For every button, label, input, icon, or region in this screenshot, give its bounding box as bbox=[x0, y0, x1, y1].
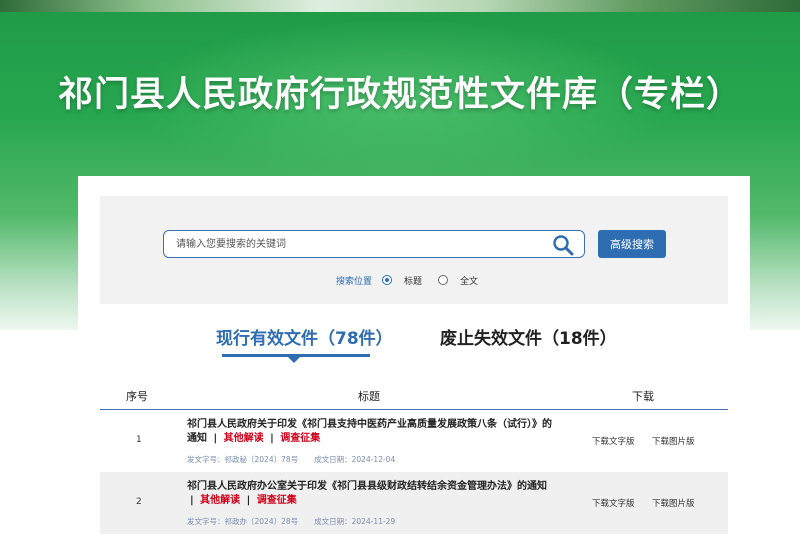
document-title: 祁门县人民政府关于印发《祁门县支持中医药产业高质量发展政策八条（试行）》的通知 … bbox=[187, 418, 557, 446]
column-header-number: 序号 bbox=[126, 390, 148, 403]
search-input[interactable] bbox=[176, 235, 536, 253]
scope-option-title-label: 标题 bbox=[404, 276, 423, 287]
table-row: 2 祁门县人民政府办公室关于印发《祁门县县级财政结转结余资金管理办法》的通知 |… bbox=[100, 472, 728, 534]
column-header-download: 下载 bbox=[632, 390, 654, 403]
download-image-version-link[interactable]: 下载图片版 bbox=[652, 497, 695, 509]
separator: | bbox=[270, 433, 274, 444]
column-header-title: 标题 bbox=[358, 390, 380, 403]
table-header: 序号 标题 下载 bbox=[100, 380, 728, 410]
document-title-link[interactable]: 祁门县人民政府办公室关于印发《祁门县县级财政结转结余资金管理办法》的通知 bbox=[187, 481, 547, 492]
content-card: 高级搜索 搜索位置 标题 全文 现行有效文件（78件） 废止失效文件（18件） … bbox=[78, 176, 750, 544]
separator: | bbox=[190, 495, 194, 506]
scope-radio-fulltext[interactable] bbox=[438, 275, 449, 285]
search-scope: 搜索位置 标题 全文 bbox=[336, 272, 494, 288]
scope-radio-title[interactable] bbox=[382, 275, 393, 285]
document-date: 成文日期：2024-12-04 bbox=[314, 455, 396, 464]
header-landscape-strip bbox=[0, 0, 800, 12]
survey-link[interactable]: 调查征集 bbox=[280, 433, 320, 444]
search-box bbox=[163, 230, 585, 258]
download-text-version-link[interactable]: 下载文字版 bbox=[592, 435, 635, 447]
table-row: 1 祁门县人民政府关于印发《祁门县支持中医药产业高质量发展政策八条（试行）》的通… bbox=[100, 410, 728, 472]
document-tabs: 现行有效文件（78件） 废止失效文件（18件） bbox=[78, 324, 750, 364]
search-panel: 高级搜索 搜索位置 标题 全文 bbox=[100, 196, 728, 304]
page-title: 祁门县人民政府行政规范性文件库（专栏） bbox=[57, 75, 742, 115]
document-meta: 发文字号：祁政办〔2024〕28号 成文日期：2024-11-29 bbox=[187, 516, 395, 527]
survey-link[interactable]: 调查征集 bbox=[257, 495, 297, 506]
document-number: 发文字号：祁政办〔2024〕28号 bbox=[187, 517, 299, 526]
other-interpretation-link[interactable]: 其他解读 bbox=[224, 433, 264, 444]
row-number: 1 bbox=[136, 435, 142, 445]
other-interpretation-link[interactable]: 其他解读 bbox=[200, 495, 240, 506]
separator: | bbox=[246, 495, 251, 506]
separator: | bbox=[213, 433, 218, 444]
advanced-search-button[interactable]: 高级搜索 bbox=[598, 230, 666, 258]
scope-option-fulltext-label: 全文 bbox=[460, 276, 479, 287]
download-image-version-link[interactable]: 下载图片版 bbox=[652, 435, 695, 447]
row-number: 2 bbox=[136, 497, 142, 507]
tab-abolished[interactable]: 废止失效文件（18件） bbox=[440, 324, 617, 349]
document-title: 祁门县人民政府办公室关于印发《祁门县县级财政结转结余资金管理办法》的通知 | 其… bbox=[187, 480, 557, 508]
document-meta: 发文字号：祁政秘〔2024〕78号 成文日期：2024-12-04 bbox=[187, 454, 395, 465]
download-text-version-link[interactable]: 下载文字版 bbox=[592, 497, 635, 509]
search-scope-label: 搜索位置 bbox=[336, 276, 373, 287]
search-icon[interactable] bbox=[552, 234, 574, 256]
document-date: 成文日期：2024-11-29 bbox=[314, 517, 396, 526]
tab-current-valid[interactable]: 现行有效文件（78件） bbox=[216, 324, 393, 349]
active-tab-pointer-icon bbox=[288, 357, 300, 363]
document-number: 发文字号：祁政秘〔2024〕78号 bbox=[187, 455, 299, 464]
